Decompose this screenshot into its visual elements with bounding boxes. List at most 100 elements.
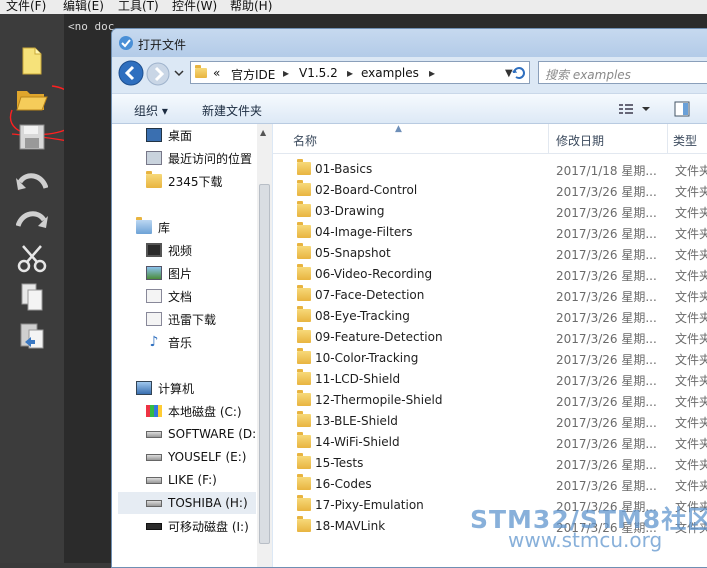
breadcrumb-item[interactable]: examples [361,66,419,80]
nav-item-xunlei-downloads[interactable]: 迅雷下载 [146,308,216,330]
nav-item-libraries[interactable]: 库 [136,216,170,238]
forward-button[interactable] [146,62,170,86]
column-date-header[interactable]: 修改日期 [556,132,604,149]
file-row[interactable]: 05-Snapshot 2017/3/26 星期... 文件夹 [273,243,707,264]
column-headers: 名称 ▲ 修改日期 类型 [273,124,707,154]
refresh-icon[interactable] [510,64,528,82]
file-type: 文件夹 [675,500,707,514]
folder-icon [297,390,311,406]
nav-item-drive-i[interactable]: 可移动磁盘 (I:) [146,515,249,537]
file-type: 文件夹 [675,311,707,325]
preview-pane-icon[interactable] [674,101,690,117]
breadcrumb-item[interactable]: V1.5.2 [299,66,338,80]
folder-icon [297,243,311,259]
breadcrumb-item[interactable]: 官方IDE [231,66,275,83]
file-name: 08-Eye-Tracking [315,309,410,323]
file-name: 05-Snapshot [315,246,391,260]
file-name: 11-LCD-Shield [315,372,401,386]
file-date: 2017/3/26 星期... [556,374,657,388]
menu-file[interactable]: 文件(F) [6,0,46,14]
search-input[interactable]: 搜索 examples [538,61,707,84]
file-date: 2017/3/26 星期... [556,416,657,430]
nav-scroll-thumb[interactable] [259,184,270,544]
nav-item-drive-e[interactable]: YOUSELF (E:) [146,446,247,468]
dialog-title: 打开文件 [138,38,187,52]
menu-tools[interactable]: 工具(T) [118,0,159,14]
file-row[interactable]: 02-Board-Control 2017/3/26 星期... 文件夹 [273,180,707,201]
file-row[interactable]: 15-Tests 2017/3/26 星期... 文件夹 [273,453,707,474]
file-list: 名称 ▲ 修改日期 类型 01-Basics 2017/1/18 星期... 文件夹… [273,124,707,567]
file-row[interactable]: 11-LCD-Shield 2017/3/26 星期... 文件夹 [273,369,707,390]
view-options-icon[interactable] [618,101,650,117]
file-row[interactable]: 17-Pixy-Emulation 2017/3/26 星期... 文件夹 [273,495,707,516]
menu-help[interactable]: 帮助(H) [230,0,272,14]
nav-item-computer[interactable]: 计算机 [136,377,194,399]
nav-item-video[interactable]: 视频 [146,239,192,261]
open-file-dialog: 打开文件 « 官方IDE ▸ V1.5.2 ▸ examples ▸ ▼ 搜索 … [111,28,707,568]
file-name: 15-Tests [315,456,364,470]
nav-item-pictures[interactable]: 图片 [146,262,192,284]
folder-icon [297,516,311,532]
file-row[interactable]: 16-Codes 2017/3/26 星期... 文件夹 [273,474,707,495]
nav-item-music[interactable]: ♪ 音乐 [146,331,192,353]
nav-item-desktop[interactable]: 桌面 [146,124,192,146]
dialog-titlebar[interactable]: 打开文件 [112,29,707,57]
nav-item-2345-downloads[interactable]: 2345下载 [146,170,223,192]
file-row[interactable]: 04-Image-Filters 2017/3/26 星期... 文件夹 [273,222,707,243]
recent-locations-chevron-icon[interactable] [174,68,184,78]
file-type: 文件夹 [675,521,707,535]
folder-icon [297,285,311,301]
organize-button[interactable]: 组织 ▾ [134,102,168,119]
redo-icon[interactable] [12,204,52,238]
nav-item-drive-f[interactable]: LIKE (F:) [146,469,217,491]
file-row[interactable]: 12-Thermopile-Shield 2017/3/26 星期... 文件夹 [273,390,707,411]
file-row[interactable]: 01-Basics 2017/1/18 星期... 文件夹 [273,159,707,180]
file-row[interactable]: 14-WiFi-Shield 2017/3/26 星期... 文件夹 [273,432,707,453]
file-row[interactable]: 10-Color-Tracking 2017/3/26 星期... 文件夹 [273,348,707,369]
file-row[interactable]: 09-Feature-Detection 2017/3/26 星期... 文件夹 [273,327,707,348]
file-row[interactable]: 13-BLE-Shield 2017/3/26 星期... 文件夹 [273,411,707,432]
file-row[interactable]: 08-Eye-Tracking 2017/3/26 星期... 文件夹 [273,306,707,327]
address-box[interactable]: « 官方IDE ▸ V1.5.2 ▸ examples ▸ ▼ [190,61,530,84]
menu-edit[interactable]: 编辑(E) [63,0,104,14]
cut-icon[interactable] [12,242,52,276]
file-row[interactable]: 18-MAVLink 2017/3/26 星期... 文件夹 [273,516,707,537]
nav-item-drive-c[interactable]: 本地磁盘 (C:) [146,400,242,422]
folder-icon [297,348,311,364]
copy-icon[interactable] [12,280,52,314]
folder-icon [297,327,311,343]
file-row[interactable]: 03-Drawing 2017/3/26 星期... 文件夹 [273,201,707,222]
file-date: 2017/3/26 星期... [556,206,657,220]
nav-scrollbar[interactable]: ▲ [257,124,272,567]
nav-item-drive-d[interactable]: SOFTWARE (D:) [146,423,261,445]
menu-widgets[interactable]: 控件(W) [172,0,217,14]
file-name: 12-Thermopile-Shield [315,393,443,407]
column-name-header[interactable]: 名称 [293,132,317,149]
folder-icon [297,180,311,196]
menu-bar: 文件(F) 编辑(E) 工具(T) 控件(W) 帮助(H) [0,0,707,14]
file-row[interactable]: 06-Video-Recording 2017/3/26 星期... 文件夹 [273,264,707,285]
file-type: 文件夹 [675,458,707,472]
nav-item-documents[interactable]: 文档 [146,285,192,307]
undo-icon[interactable] [12,166,52,200]
address-prefix[interactable]: « [213,66,220,80]
file-name: 09-Feature-Detection [315,330,443,344]
paste-icon[interactable] [12,318,52,352]
new-file-icon[interactable] [12,44,52,78]
file-row[interactable]: 07-Face-Detection 2017/3/26 星期... 文件夹 [273,285,707,306]
nav-item-drive-h[interactable]: TOSHIBA (H:) [118,492,256,514]
save-icon[interactable] [12,120,52,154]
folder-icon [195,65,207,78]
file-date: 2017/3/26 星期... [556,227,657,241]
column-type-header[interactable]: 类型 [673,132,697,149]
file-date: 2017/3/26 星期... [556,248,657,262]
file-type: 文件夹 [675,248,707,262]
file-name: 10-Color-Tracking [315,351,419,365]
new-folder-button[interactable]: 新建文件夹 [202,102,262,119]
back-button[interactable] [118,60,144,86]
app-icon [119,36,133,50]
folder-icon [297,369,311,385]
nav-item-recent[interactable]: 最近访问的位置 [146,147,252,169]
file-type: 文件夹 [675,374,707,388]
navigation-pane: 桌面 最近访问的位置 2345下载 库 视频 图片 文档 迅雷下载 ♪ 音乐 计算… [112,124,272,567]
